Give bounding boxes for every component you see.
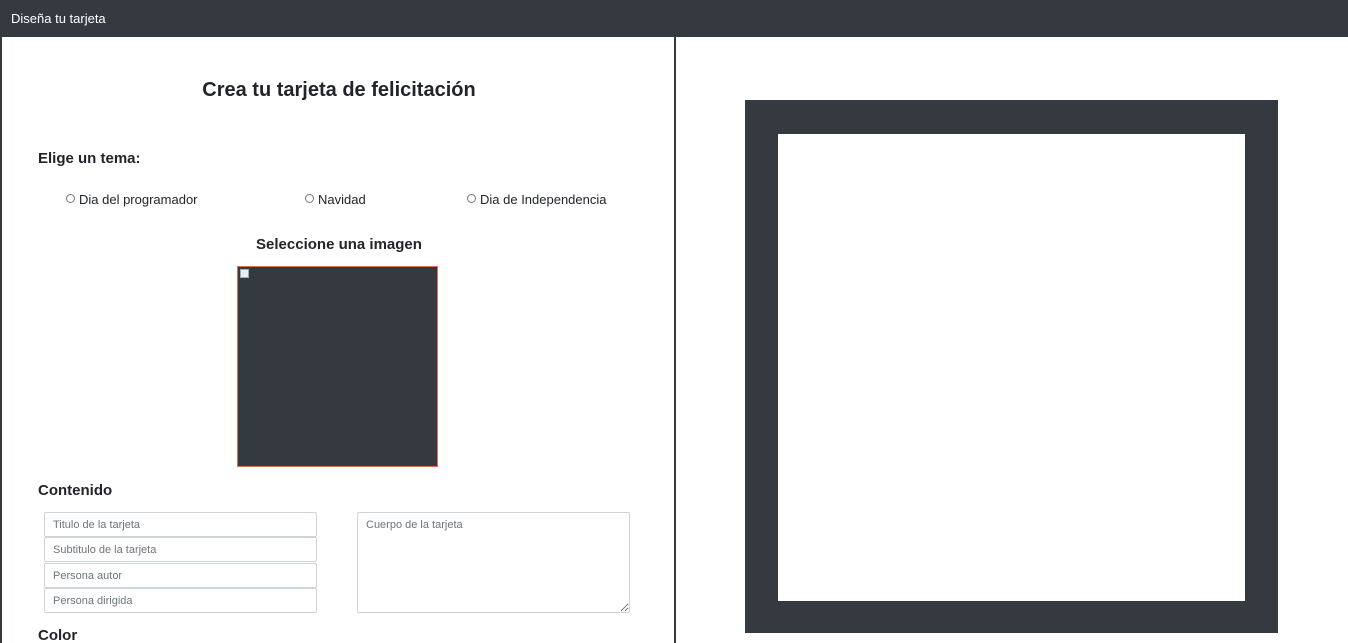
content-heading: Contenido [38, 482, 113, 499]
theme-option-christmas[interactable]: Navidad [305, 192, 366, 207]
broken-image-icon [240, 269, 249, 278]
theme-heading: Elige un tema: [38, 150, 141, 167]
theme-option-label: Navidad [318, 192, 366, 207]
author-input[interactable] [44, 563, 317, 588]
theme-option-label: Dia de Independencia [480, 192, 607, 207]
page-title: Crea tu tarjeta de felicitación [202, 79, 476, 101]
card-preview-canvas [778, 134, 1245, 601]
theme-option-programmer[interactable]: Dia del programador [66, 192, 198, 207]
card-subtitle-input[interactable] [44, 537, 317, 562]
card-editor-panel: Crea tu tarjeta de felicitación Elige un… [0, 37, 676, 643]
card-body-textarea[interactable] [357, 512, 630, 613]
card-title-input[interactable] [44, 512, 317, 537]
card-preview-panel [676, 37, 1348, 643]
navbar-brand[interactable]: Diseña tu tarjeta [11, 11, 106, 26]
radio-button[interactable] [66, 194, 75, 203]
color-heading: Color [38, 627, 78, 643]
image-selector[interactable] [237, 266, 438, 467]
radio-button[interactable] [305, 194, 314, 203]
theme-option-label: Dia del programador [79, 192, 198, 207]
image-heading: Seleccione una imagen [256, 236, 422, 253]
theme-option-independence[interactable]: Dia de Independencia [467, 192, 607, 207]
card-preview-frame [745, 100, 1278, 633]
radio-button[interactable] [467, 194, 476, 203]
navbar: Diseña tu tarjeta [0, 0, 1348, 37]
recipient-input[interactable] [44, 588, 317, 613]
